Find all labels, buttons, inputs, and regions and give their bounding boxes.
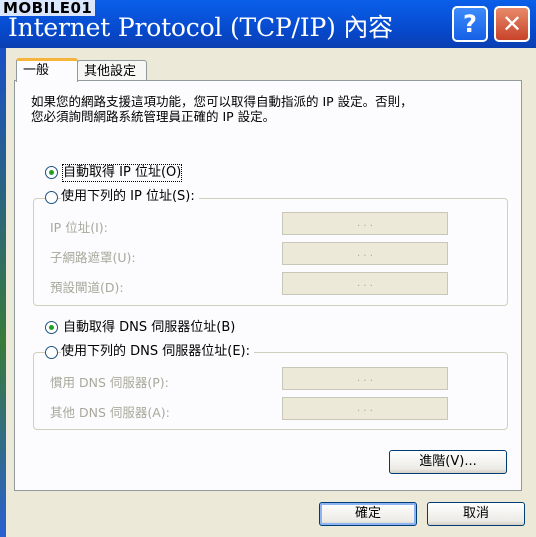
- preferred-dns-label: 慣用 DNS 伺服器(P):: [50, 375, 169, 390]
- preferred-dns-field[interactable]: . . .: [282, 367, 448, 390]
- description-line-2: 您必須詢問網路系統管理員正確的 IP 設定。: [31, 109, 276, 124]
- auto-dns-radio[interactable]: [45, 321, 58, 334]
- tab-general[interactable]: 一般: [16, 58, 78, 82]
- title-bar[interactable]: Internet Protocol (TCP/IP) 內容 MOBILE01 ?…: [0, 0, 536, 48]
- description-text: 如果您的網路支援這項功能，您可以取得自動指派的 IP 設定。否則， 您必須詢問網…: [31, 94, 413, 124]
- tab-other-settings[interactable]: 其他設定: [77, 60, 147, 82]
- auto-ip-radio[interactable]: [45, 166, 58, 179]
- alternate-dns-field[interactable]: . . .: [282, 397, 448, 420]
- auto-dns-label[interactable]: 自動取得 DNS 伺服器位址(B): [63, 320, 235, 336]
- subnet-mask-field[interactable]: . . .: [282, 242, 448, 265]
- auto-ip-label[interactable]: 自動取得 IP 位址(O): [61, 164, 183, 182]
- subnet-mask-label: 子網路遮罩(U):: [50, 250, 136, 265]
- description-line-1: 如果您的網路支援這項功能，您可以取得自動指派的 IP 設定。否則，: [31, 94, 413, 109]
- alternate-dns-label: 其他 DNS 伺服器(A):: [50, 405, 170, 420]
- default-gateway-field[interactable]: . . .: [282, 272, 448, 295]
- desktop-background-strip: [0, 48, 6, 537]
- ip-address-label: IP 位址(I):: [50, 220, 108, 235]
- default-gateway-label: 預設閘道(D):: [50, 280, 124, 295]
- manual-ip-label[interactable]: 使用下列的 IP 位址(S):: [61, 189, 199, 205]
- help-button[interactable]: ?: [452, 6, 488, 42]
- manual-dns-label[interactable]: 使用下列的 DNS 伺服器位址(E):: [61, 344, 254, 360]
- manual-dns-radio[interactable]: [45, 346, 58, 359]
- close-button[interactable]: ✕: [494, 6, 530, 42]
- dialog-window: Internet Protocol (TCP/IP) 內容 MOBILE01 ?…: [0, 0, 536, 537]
- advanced-button[interactable]: 進階(V)...: [389, 450, 507, 474]
- ip-address-field[interactable]: . . .: [282, 212, 448, 235]
- manual-ip-radio[interactable]: [45, 191, 58, 204]
- cancel-button[interactable]: 取消: [427, 502, 525, 526]
- watermark-logo: MOBILE01: [0, 0, 96, 16]
- ok-button[interactable]: 確定: [319, 502, 417, 526]
